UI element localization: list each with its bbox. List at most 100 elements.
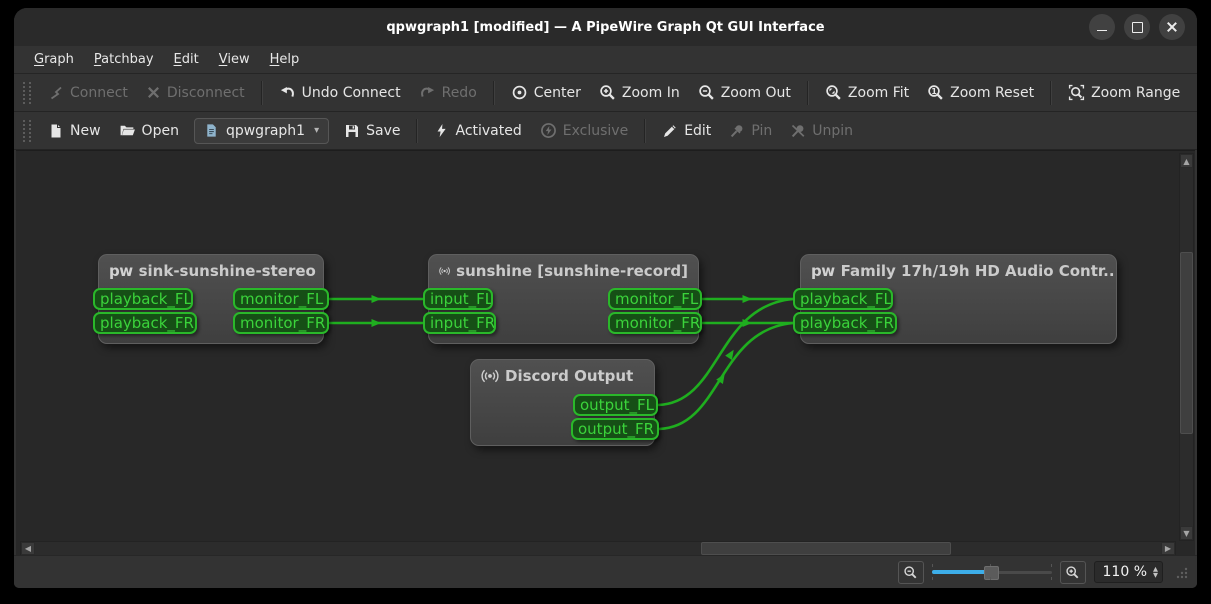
port-output[interactable]: output_FL (573, 394, 658, 416)
zoom-reset-icon: 1 (927, 84, 944, 101)
statusbar: 110 % ▲ ▼ (14, 555, 1197, 588)
close-button[interactable] (1159, 14, 1185, 40)
menu-help[interactable]: Help (262, 49, 308, 70)
menu-view[interactable]: View (211, 49, 258, 70)
port-output[interactable]: monitor_FL (233, 288, 329, 310)
menu-graph[interactable]: Graph (26, 49, 82, 70)
unpin-icon (790, 123, 806, 139)
toolbar-drag-handle[interactable] (23, 82, 31, 104)
svg-text:1: 1 (931, 87, 937, 96)
scroll-up-icon: ▲ (1183, 157, 1189, 166)
connect-button[interactable]: Connect (39, 80, 137, 106)
port-input[interactable]: input_FR (423, 312, 496, 334)
zoom-slider-handle[interactable] (984, 566, 999, 580)
zoom-out-icon (698, 84, 715, 101)
patchbay-file-icon (204, 123, 219, 138)
port-input[interactable]: playback_FL (93, 288, 193, 310)
toolbar-separator (807, 81, 809, 105)
port-output[interactable]: monitor_FL (608, 288, 702, 310)
scroll-left-button[interactable]: ◀ (21, 542, 35, 555)
undo-icon (279, 84, 296, 101)
zoom-fit-button[interactable]: Zoom Fit (816, 79, 918, 106)
graph-canvas[interactable]: pw sink-sunshine-stereo sunshine [sunshi… (16, 150, 1195, 557)
port-input[interactable]: playback_FL (793, 288, 893, 310)
unpin-button[interactable]: Unpin (781, 118, 862, 144)
horizontal-scrollbar[interactable]: ◀ ▶ (20, 541, 1176, 556)
zoom-percent-spinbox[interactable]: 110 % ▲ ▼ (1094, 561, 1163, 583)
patchbay-selector[interactable]: qpwgraph1 ▾ (194, 118, 329, 144)
wire-arrow-icon (372, 295, 382, 303)
toolbar-drag-handle[interactable] (23, 120, 31, 142)
zoom-reset-button[interactable]: 1 Zoom Reset (918, 79, 1043, 106)
qpwgraph-app: qpwgraph1 [modified] — A PipeWire Graph … (0, 0, 1211, 604)
edit-toggle[interactable]: Edit (653, 118, 720, 144)
scroll-down-button[interactable]: ▼ (1180, 526, 1193, 540)
connection-wire[interactable] (659, 323, 793, 429)
scroll-right-icon: ▶ (1165, 544, 1171, 553)
graph-toolbar: Connect Disconnect Undo Connect Redo Cen… (14, 74, 1197, 112)
new-file-icon (48, 123, 64, 139)
save-icon (344, 123, 360, 139)
scroll-left-icon: ◀ (25, 544, 31, 553)
titlebar[interactable]: qpwgraph1 [modified] — A PipeWire Graph … (14, 8, 1197, 46)
spinbox-arrows[interactable]: ▲ ▼ (1153, 566, 1158, 578)
port-output[interactable]: monitor_FR (608, 312, 702, 334)
port-output[interactable]: monitor_FR (233, 312, 329, 334)
zoom-fit-icon (825, 84, 842, 101)
port-input[interactable]: input_FL (423, 288, 493, 310)
port-input[interactable]: playback_FR (793, 312, 897, 334)
scroll-up-button[interactable]: ▲ (1180, 154, 1193, 168)
scroll-right-button[interactable]: ▶ (1161, 542, 1175, 555)
open-folder-icon (119, 122, 136, 139)
zoom-in-icon (599, 84, 616, 101)
new-patchbay-button[interactable]: New (39, 118, 110, 144)
vertical-scrollbar[interactable]: ▲ ▼ (1179, 153, 1194, 541)
wire-arrow-icon (372, 319, 382, 327)
zoom-out-button[interactable]: Zoom Out (689, 79, 800, 106)
pin-icon (729, 123, 745, 139)
vertical-scrollbar-thumb[interactable] (1180, 252, 1193, 434)
menu-patchbay[interactable]: Patchbay (86, 49, 162, 70)
slider-tick (1051, 564, 1052, 567)
horizontal-scrollbar-thumb[interactable] (701, 542, 951, 555)
slider-tick (932, 564, 933, 567)
statusbar-zoom-in-button[interactable] (1060, 561, 1086, 584)
exclusive-bolt-icon (540, 122, 557, 139)
connections-layer (16, 151, 1177, 542)
edit-pencil-icon (662, 123, 678, 139)
window-title: qpwgraph1 [modified] — A PipeWire Graph … (386, 20, 824, 35)
zoom-percent-value: 110 % (1103, 564, 1147, 580)
slider-tick (990, 577, 991, 580)
zoom-slider[interactable] (932, 563, 1052, 581)
statusbar-zoom-out-button[interactable] (898, 561, 924, 584)
disconnect-icon (146, 85, 161, 100)
minimize-button[interactable] (1089, 14, 1115, 40)
zoom-slider-fill (932, 570, 990, 574)
maximize-icon (1132, 22, 1143, 33)
toolbar-separator (416, 119, 418, 143)
center-button[interactable]: Center (502, 79, 590, 106)
zoom-out-icon (903, 565, 918, 580)
undo-connect-button[interactable]: Undo Connect (270, 79, 410, 106)
resize-grip[interactable] (1173, 564, 1189, 580)
menu-edit[interactable]: Edit (166, 49, 207, 70)
save-patchbay-button[interactable]: Save (335, 118, 409, 144)
window-controls (1089, 14, 1185, 40)
toolbar-separator (493, 81, 495, 105)
connect-icon (48, 85, 64, 101)
port-input[interactable]: playback_FR (93, 312, 197, 334)
port-output[interactable]: output_FR (571, 418, 659, 440)
activated-toggle[interactable]: Activated (425, 118, 530, 144)
minimize-icon (1097, 30, 1107, 32)
redo-button[interactable]: Redo (410, 79, 486, 106)
exclusive-toggle[interactable]: Exclusive (531, 117, 637, 144)
zoom-range-button[interactable]: Zoom Range (1059, 79, 1189, 106)
open-patchbay-button[interactable]: Open (110, 117, 188, 144)
disconnect-button[interactable]: Disconnect (137, 80, 254, 106)
close-icon (1166, 21, 1178, 33)
toolbar-separator (261, 81, 263, 105)
wire-arrow-icon (743, 295, 753, 303)
pin-button[interactable]: Pin (720, 118, 781, 144)
zoom-in-button[interactable]: Zoom In (590, 79, 689, 106)
maximize-button[interactable] (1124, 14, 1150, 40)
